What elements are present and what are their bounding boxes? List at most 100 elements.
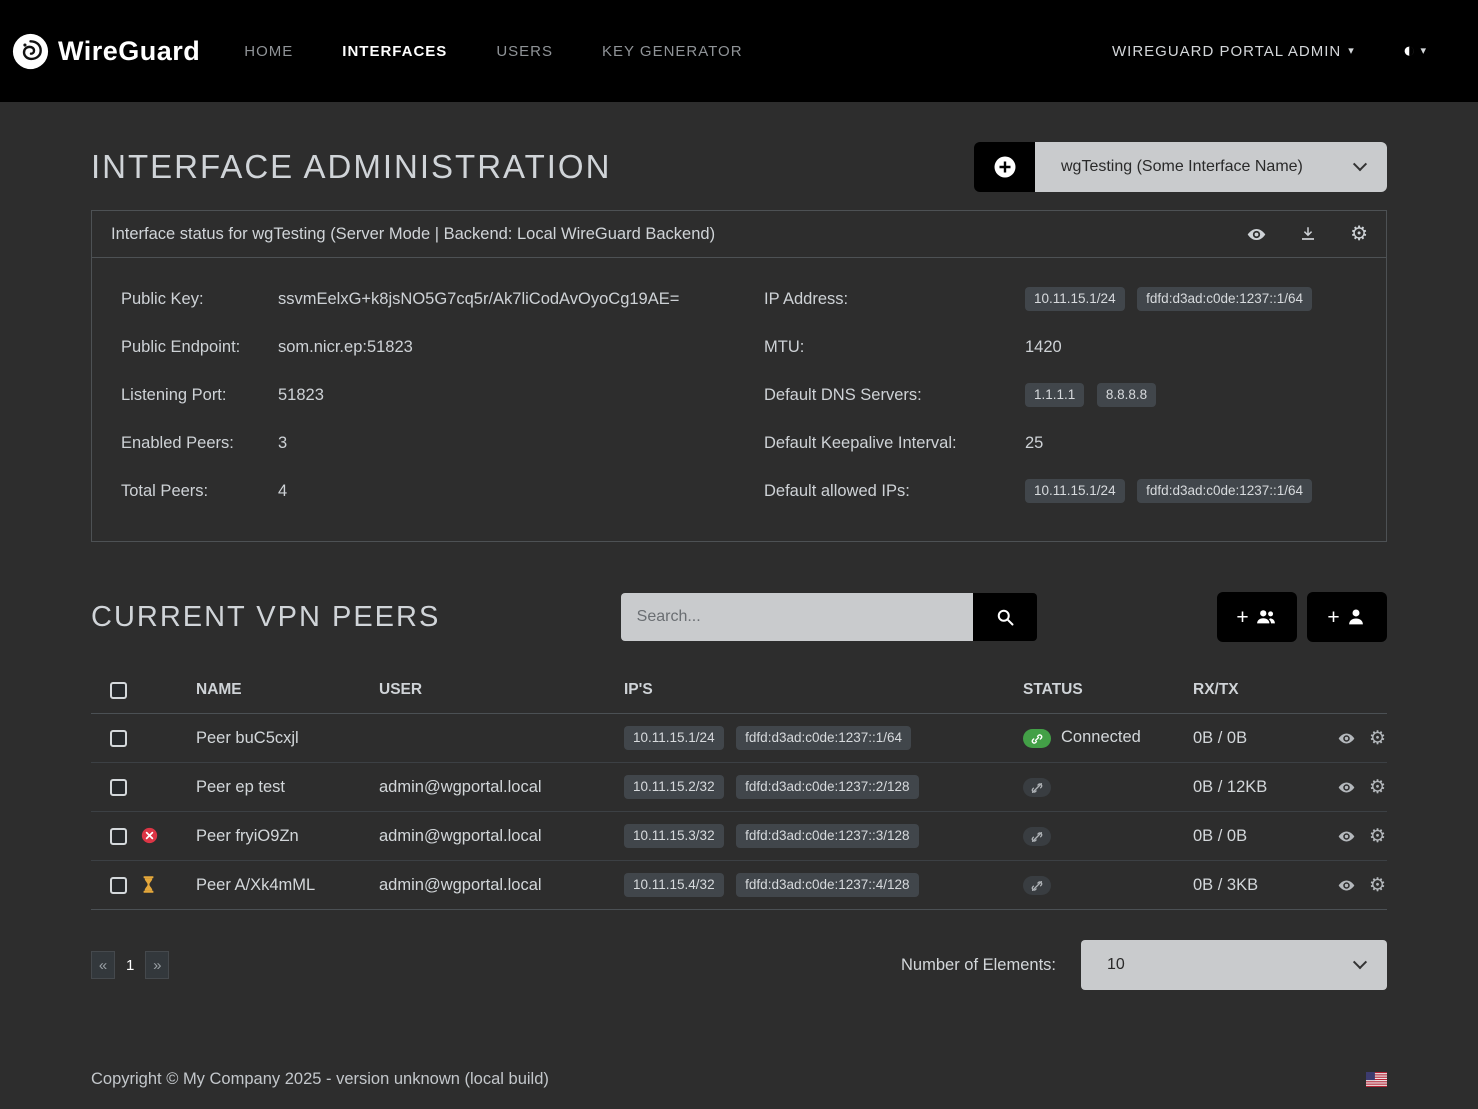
peer-status-text: Connected: [1061, 728, 1141, 746]
copyright-text: Copyright © My Company 2025 - version un…: [91, 1070, 549, 1089]
status-row: MTU:1420: [764, 323, 1358, 371]
wireguard-logo-icon: [12, 33, 49, 70]
status-row: Public Key:ssvmEelxG+k8jsNO5G7cq5r/Ak7li…: [121, 275, 764, 323]
chevron-down-icon: [1353, 955, 1367, 969]
enabled-peers-value: 3: [278, 434, 287, 453]
language-flag-us-icon[interactable]: [1366, 1072, 1387, 1087]
top-navbar: WireGuard HOME INTERFACES USERS KEY GENE…: [0, 0, 1478, 102]
nav-item-home[interactable]: HOME: [244, 43, 293, 60]
status-row: Default Keepalive Interval:25: [764, 419, 1358, 467]
add-single-peer-button[interactable]: +: [1307, 592, 1387, 642]
peer-row-checkbox[interactable]: [110, 828, 127, 845]
status-row: Enabled Peers:3: [121, 419, 764, 467]
peer-user: [379, 714, 624, 763]
peer-settings-gear-icon[interactable]: ⚙: [1369, 729, 1386, 748]
pagination-prev-button[interactable]: «: [91, 951, 115, 979]
pagination-current-page[interactable]: 1: [115, 951, 145, 979]
allowed-ip-badge: 10.11.15.1/24: [1025, 479, 1125, 503]
pagination: « 1 »: [91, 951, 169, 979]
chevron-down-icon: ▾: [1420, 46, 1426, 57]
table-row: Peer A/Xk4mML admin@wgportal.local 10.11…: [91, 861, 1387, 910]
dns-badge: 8.8.8.8: [1097, 383, 1156, 407]
allowed-ip-badge: fdfd:d3ad:c0de:1237::1/64: [1137, 479, 1312, 503]
pagination-next-button[interactable]: »: [145, 951, 169, 979]
interface-status-title: Interface status for wgTesting (Server M…: [111, 225, 715, 244]
peer-name: Peer fryiO9Zn: [196, 812, 379, 861]
add-interface-button[interactable]: [974, 142, 1035, 192]
peer-settings-gear-icon[interactable]: ⚙: [1369, 778, 1386, 797]
col-header-rxtx: RX/TX: [1193, 668, 1324, 714]
peer-ip-badge: 10.11.15.1/24: [624, 726, 724, 750]
status-card-left-column: Public Key:ssvmEelxG+k8jsNO5G7cq5r/Ak7li…: [121, 275, 764, 515]
search-button[interactable]: [973, 593, 1037, 641]
status-row: Total Peers:4: [121, 467, 764, 515]
peer-row-checkbox[interactable]: [110, 779, 127, 796]
view-config-eye-icon[interactable]: [1247, 225, 1266, 244]
nav-item-key-generator[interactable]: KEY GENERATOR: [602, 43, 743, 60]
peer-search-group: [621, 593, 1037, 641]
search-icon: [995, 607, 1015, 627]
status-card-right-column: IP Address: 10.11.15.1/24 fdfd:d3ad:c0de…: [764, 275, 1358, 515]
nav-item-users[interactable]: USERS: [496, 43, 553, 60]
elements-per-page-value: 10: [1107, 956, 1355, 974]
disconnected-link-slash-icon: [1023, 827, 1051, 846]
peer-view-eye-icon[interactable]: [1338, 730, 1355, 747]
peer-row-checkbox[interactable]: [110, 730, 127, 747]
dns-badge: 1.1.1.1: [1025, 383, 1084, 407]
status-row: IP Address: 10.11.15.1/24 fdfd:d3ad:c0de…: [764, 275, 1358, 323]
nav-item-interfaces[interactable]: INTERFACES: [342, 43, 447, 60]
status-row: Public Endpoint:som.nicr.ep:51823: [121, 323, 764, 371]
status-row: Default allowed IPs: 10.11.15.1/24 fdfd:…: [764, 467, 1358, 515]
peer-rxtx: 0B / 12KB: [1193, 763, 1324, 812]
elements-per-page-select[interactable]: 10: [1081, 940, 1387, 990]
add-multiple-peers-button[interactable]: +: [1217, 592, 1297, 642]
col-header-name: NAME: [196, 668, 379, 714]
interface-select[interactable]: wgTesting (Some Interface Name): [1035, 142, 1387, 192]
peer-ip-badge: fdfd:d3ad:c0de:1237::1/64: [736, 726, 911, 750]
peer-expired-icon: [141, 827, 158, 844]
disconnected-link-slash-icon: [1023, 778, 1051, 797]
elements-per-page-label: Number of Elements:: [901, 956, 1056, 975]
peer-add-buttons: + +: [1217, 592, 1387, 642]
peer-view-eye-icon[interactable]: [1338, 779, 1355, 796]
page-footer: Copyright © My Company 2025 - version un…: [0, 1046, 1478, 1109]
peers-section-title: CURRENT VPN PEERS: [91, 601, 440, 634]
col-header-user: USER: [379, 668, 624, 714]
peer-view-eye-icon[interactable]: [1338, 828, 1355, 845]
download-config-icon[interactable]: [1299, 225, 1317, 243]
disconnected-link-slash-icon: [1023, 876, 1051, 895]
col-header-ips: IP'S: [624, 668, 1023, 714]
brand[interactable]: WireGuard: [12, 33, 200, 70]
user-menu-dropdown[interactable]: WIREGUARD PORTAL ADMIN ▾: [1112, 43, 1355, 60]
peer-settings-gear-icon[interactable]: ⚙: [1369, 827, 1386, 846]
peer-rxtx: 0B / 0B: [1193, 714, 1324, 763]
chevron-down-icon: [1353, 157, 1367, 171]
table-row: Peer ep test admin@wgportal.local 10.11.…: [91, 763, 1387, 812]
single-user-icon: [1345, 606, 1367, 628]
theme-toggle-dropdown[interactable]: ◐ ▾: [1403, 39, 1426, 63]
status-row: Default DNS Servers: 1.1.1.1 8.8.8.8: [764, 371, 1358, 419]
peer-row-checkbox[interactable]: [110, 877, 127, 894]
peer-view-eye-icon[interactable]: [1338, 877, 1355, 894]
mtu-value: 1420: [1025, 338, 1062, 357]
peers-table: NAME USER IP'S STATUS RX/TX Peer buC5cxj…: [91, 668, 1387, 910]
total-peers-value: 4: [278, 482, 287, 501]
peer-rxtx: 0B / 0B: [1193, 812, 1324, 861]
peer-rxtx: 0B / 3KB: [1193, 861, 1324, 910]
select-all-checkbox[interactable]: [110, 682, 127, 699]
interface-status-card: Interface status for wgTesting (Server M…: [91, 210, 1387, 542]
plus-circle-icon: [993, 155, 1017, 179]
main-content: INTERFACE ADMINISTRATION wgTesting (Some…: [91, 102, 1387, 990]
interface-settings-gear-icon[interactable]: ⚙: [1350, 224, 1368, 244]
interface-select-value: wgTesting (Some Interface Name): [1061, 158, 1355, 176]
chevron-down-icon: ▾: [1348, 46, 1355, 57]
peer-settings-gear-icon[interactable]: ⚙: [1369, 876, 1386, 895]
elements-per-page-group: Number of Elements: 10: [901, 940, 1387, 990]
public-endpoint-value: som.nicr.ep:51823: [278, 338, 413, 357]
peer-user: admin@wgportal.local: [379, 763, 624, 812]
peer-ip-badge: fdfd:d3ad:c0de:1237::3/128: [736, 824, 918, 848]
search-input[interactable]: [621, 593, 973, 641]
peer-ip-badge: fdfd:d3ad:c0de:1237::2/128: [736, 775, 918, 799]
peer-name: Peer A/Xk4mML: [196, 861, 379, 910]
peer-ip-badge: 10.11.15.2/32: [624, 775, 724, 799]
